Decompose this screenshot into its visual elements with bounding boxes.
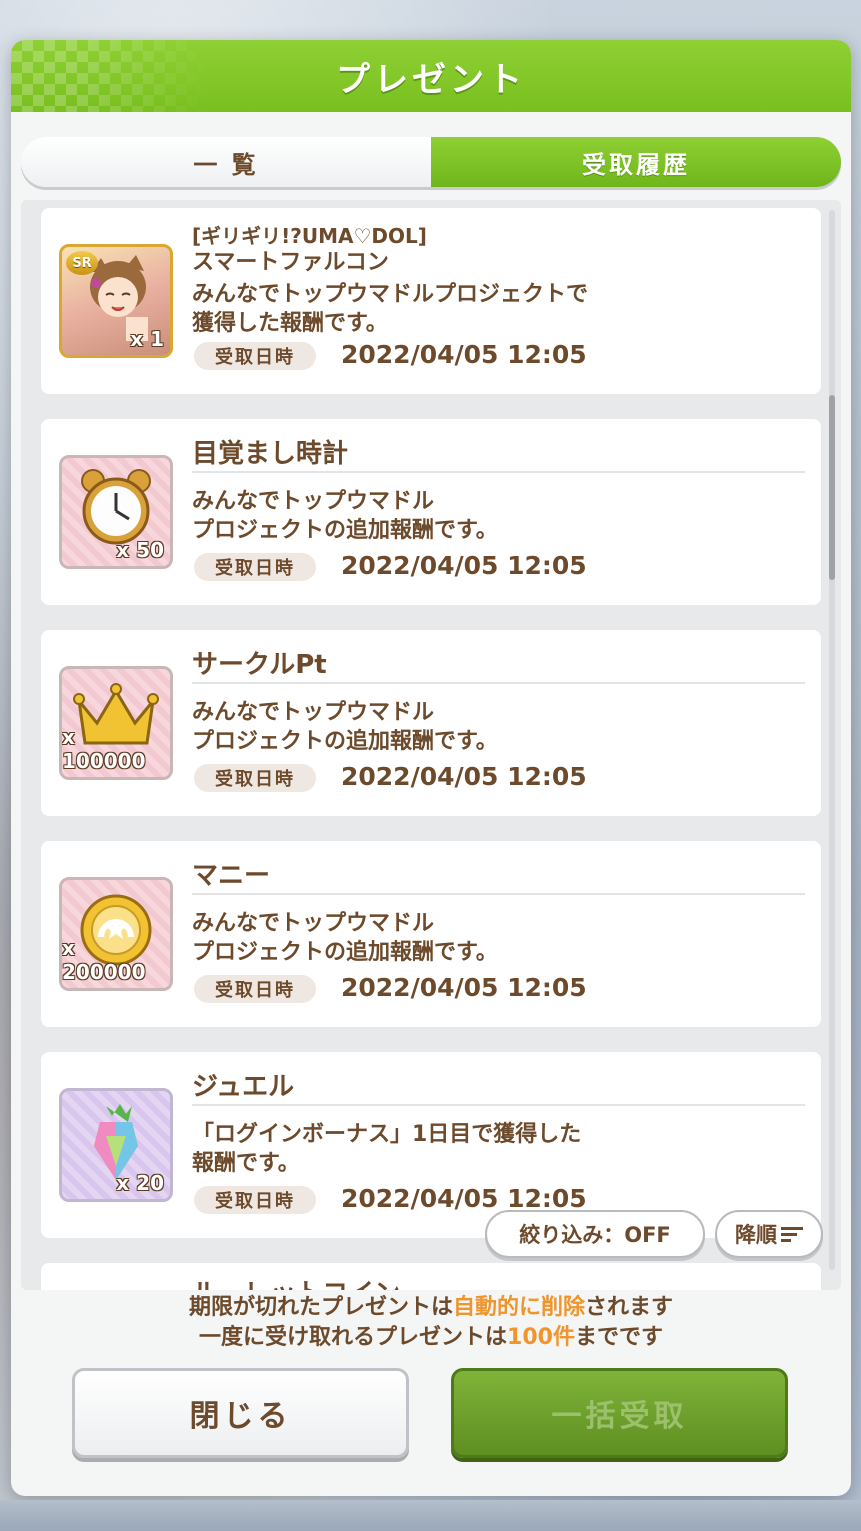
- note-text: されます: [585, 1295, 674, 1320]
- received-date-label: 受取日時: [194, 975, 316, 1003]
- item-divider: [192, 471, 805, 473]
- item-name: ルーレットコイン: [192, 1273, 400, 1290]
- list-item: x 20 ジュエル 「ログインボーナス」1日目で獲得した 報酬です。 受取日時 …: [41, 1052, 821, 1238]
- list-item: x 100000 サークルPt みんなでトップウマドル プロジェクトの追加報酬で…: [41, 630, 821, 816]
- header-pattern: [11, 40, 211, 112]
- received-date-label: 受取日時: [194, 1186, 316, 1214]
- item-name: マニー: [192, 861, 271, 891]
- item-name: 目覚まし時計: [192, 439, 349, 469]
- sort-label: 降順: [735, 1223, 777, 1247]
- note-text: までです: [574, 1325, 663, 1350]
- close-button[interactable]: 閉じる: [72, 1368, 409, 1458]
- list-item: x 200000 マニー みんなでトップウマドル プロジェクトの追加報酬です。 …: [41, 841, 821, 1027]
- jewel-icon: x 20: [59, 1088, 173, 1202]
- received-date: 2022/04/05 12:05: [341, 551, 587, 580]
- tab-history[interactable]: 受取履歴: [431, 137, 841, 187]
- note-text: 一度に受け取れるプレゼントは: [199, 1325, 508, 1350]
- alarm-clock-icon: x 50: [59, 455, 173, 569]
- note-line-1: 期限が切れたプレゼントは自動的に削除されます: [11, 1293, 851, 1323]
- received-date: 2022/04/05 12:05: [341, 762, 587, 791]
- item-desc-line2: プロジェクトの追加報酬です。: [192, 518, 498, 543]
- list-item: SR x 1 [ギリギリ!?UMA♡DOL] スマートファルコン みんなでトップ…: [41, 208, 821, 394]
- note-highlight: 自動的に削除: [452, 1295, 585, 1320]
- item-desc-line1: みんなでトップウマドル: [192, 911, 435, 936]
- sort-button[interactable]: 降順: [715, 1210, 823, 1258]
- claim-all-button[interactable]: 一括受取: [451, 1368, 788, 1458]
- item-desc-line2: プロジェクトの追加報酬です。: [192, 940, 498, 965]
- item-desc-line2: プロジェクトの追加報酬です。: [192, 729, 498, 754]
- background-bottom: [0, 1500, 861, 1531]
- present-history-list[interactable]: SR x 1 [ギリギリ!?UMA♡DOL] スマートファルコン みんなでトップ…: [21, 200, 841, 1290]
- sort-lines-icon: [781, 1227, 803, 1242]
- item-desc-line1: みんなでトップウマドルプロジェクトで: [192, 282, 589, 307]
- item-desc-line1: 「ログインボーナス」1日目で獲得した: [192, 1122, 582, 1147]
- item-name: サークルPt: [192, 650, 327, 680]
- filter-button[interactable]: 絞り込み：OFF: [485, 1210, 705, 1258]
- dialog-header: プレゼント: [11, 40, 851, 112]
- item-desc-line2: 報酬です。: [192, 1151, 300, 1176]
- support-card-icon: SR x 1: [59, 244, 173, 358]
- item-quantity: x 100000: [62, 725, 146, 773]
- item-name: ジュエル: [192, 1072, 295, 1102]
- footer-notes: 期限が切れたプレゼントは自動的に削除されます 一度に受け取れるプレゼントは100…: [11, 1293, 851, 1353]
- rarity-badge: SR: [66, 251, 98, 275]
- item-quantity: x 50: [116, 538, 164, 562]
- filter-label: 絞り込み：OFF: [519, 1223, 671, 1247]
- item-desc-line2: 獲得した報酬です。: [192, 311, 388, 336]
- note-line-2: 一度に受け取れるプレゼントは100件までです: [11, 1323, 851, 1353]
- received-date-label: 受取日時: [194, 342, 316, 370]
- item-quantity: x 20: [116, 1171, 164, 1195]
- item-quantity: x 1: [130, 327, 164, 351]
- received-date-label: 受取日時: [194, 553, 316, 581]
- tab-bar: 一 覧 受取履歴: [21, 137, 841, 187]
- note-text: 期限が切れたプレゼントは: [188, 1295, 453, 1320]
- received-date: 2022/04/05 12:05: [341, 340, 587, 369]
- list-item: x 50 目覚まし時計 みんなでトップウマドル プロジェクトの追加報酬です。 受…: [41, 419, 821, 605]
- scrollbar-thumb[interactable]: [829, 395, 835, 580]
- item-divider: [192, 893, 805, 895]
- present-dialog: プレゼント 一 覧 受取履歴 SR x 1 [ギリギリ!?UMA♡DOL] スマ…: [11, 40, 851, 1496]
- tab-list[interactable]: 一 覧: [21, 137, 431, 187]
- money-coin-icon: x 200000: [59, 877, 173, 991]
- item-desc-line1: みんなでトップウマドル: [192, 700, 435, 725]
- note-highlight: 100件: [507, 1325, 575, 1350]
- list-item: ルーレットコイン: [41, 1263, 821, 1290]
- crown-icon: x 100000: [59, 666, 173, 780]
- received-date-label: 受取日時: [194, 764, 316, 792]
- received-date: 2022/04/05 12:05: [341, 973, 587, 1002]
- item-quantity: x 200000: [62, 936, 146, 984]
- item-divider: [192, 1104, 805, 1106]
- received-date: 2022/04/05 12:05: [341, 1184, 587, 1213]
- item-name: スマートファルコン: [192, 250, 389, 275]
- item-desc-line1: みんなでトップウマドル: [192, 489, 435, 514]
- item-divider: [192, 682, 805, 684]
- dialog-title: プレゼント: [336, 59, 526, 100]
- scrollbar-track[interactable]: [829, 210, 835, 1270]
